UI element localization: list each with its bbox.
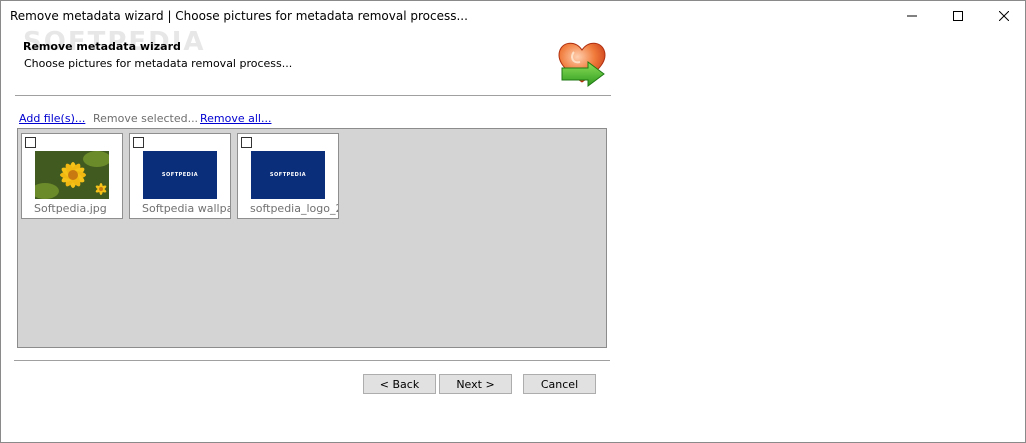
window-title: Remove metadata wizard | Choose pictures… (10, 9, 468, 23)
file-name: Softpedia wallpaper (142, 202, 230, 215)
next-button[interactable]: Next > (439, 374, 512, 394)
header-divider (15, 95, 611, 96)
flower-thumbnail (35, 151, 109, 199)
image-gallery[interactable]: Softpedia.jpg SOFTPEDIA Softpedia wallpa… (17, 128, 607, 348)
list-item[interactable]: SOFTPEDIA softpedia_logo_20 (237, 133, 339, 219)
thumbnail-text: SOFTPEDIA (269, 172, 307, 178)
minimize-button[interactable] (889, 1, 935, 31)
header-title: Remove metadata wizard (23, 40, 181, 53)
wizard-window: Remove metadata wizard | Choose pictures… (0, 0, 1026, 443)
list-item[interactable]: SOFTPEDIA Softpedia wallpaper (129, 133, 231, 219)
thumbnail-text: SOFTPEDIA (161, 172, 199, 178)
cancel-button[interactable]: Cancel (523, 374, 596, 394)
softpedia-logo-thumbnail: SOFTPEDIA (251, 151, 325, 199)
maximize-button[interactable] (935, 1, 981, 31)
file-name: softpedia_logo_20 (250, 202, 338, 215)
remove-selected-link[interactable]: Remove selected... (93, 112, 198, 125)
add-files-link[interactable]: Add file(s)... (19, 112, 85, 125)
close-button[interactable] (981, 1, 1026, 31)
minimize-icon (907, 15, 917, 17)
heart-arrow-logo-icon (558, 42, 606, 87)
footer-divider (14, 360, 610, 361)
file-checkbox[interactable] (133, 137, 144, 148)
list-item[interactable]: Softpedia.jpg (21, 133, 123, 219)
header-subtitle: Choose pictures for metadata removal pro… (24, 57, 293, 70)
close-icon (999, 11, 1009, 21)
softpedia-thumbnail: SOFTPEDIA (143, 151, 217, 199)
file-checkbox[interactable] (25, 137, 36, 148)
file-name: Softpedia.jpg (34, 202, 107, 215)
file-checkbox[interactable] (241, 137, 252, 148)
wizard-header: SOFTPEDIA Remove metadata wizard Choose … (1, 27, 621, 95)
maximize-icon (953, 11, 963, 21)
back-button[interactable]: < Back (363, 374, 436, 394)
remove-all-link[interactable]: Remove all... (200, 112, 271, 125)
